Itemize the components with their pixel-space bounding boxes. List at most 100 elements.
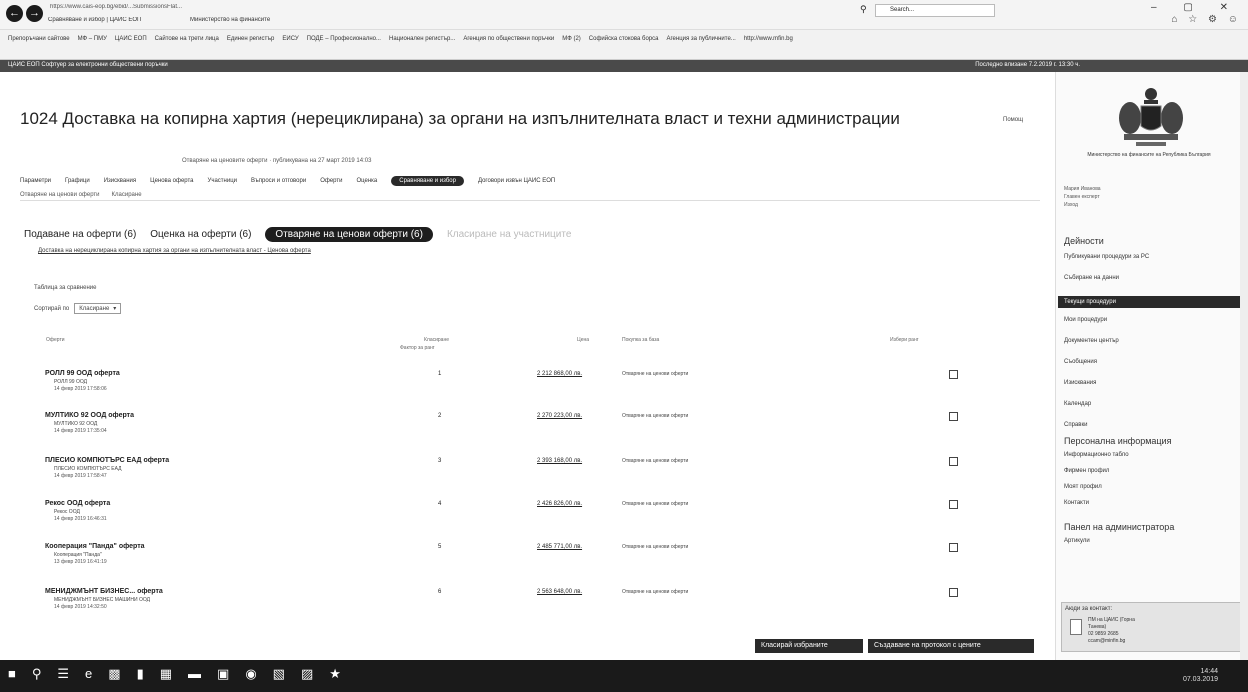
tab-9[interactable]: Договори извън ЦАИС ЕОП bbox=[478, 178, 555, 184]
browser-search-input[interactable]: Search... bbox=[875, 4, 995, 17]
app-icon[interactable]: ▧ bbox=[273, 666, 285, 682]
offer-name-link[interactable]: ПЛЕСИО КОМПЮТЪРС ЕАД оферта bbox=[45, 457, 169, 464]
favorite-link[interactable]: Сайтове на трети лица bbox=[155, 36, 219, 42]
sidebar-item[interactable]: Изисквания bbox=[1064, 380, 1096, 386]
browser-tab[interactable]: Министерство на финансите bbox=[190, 17, 280, 29]
select-checkbox[interactable] bbox=[949, 457, 958, 466]
app-icon[interactable]: ▮ bbox=[137, 666, 144, 682]
app-icon[interactable]: ★ bbox=[329, 666, 341, 682]
sub-tab[interactable]: Отваряне на ценови оферти bbox=[20, 192, 100, 198]
favorite-link[interactable]: МФ – ПМУ bbox=[78, 36, 107, 42]
sidebar-item[interactable]: Документен център bbox=[1064, 338, 1119, 344]
price-value[interactable]: 2 212 868,00 лв. bbox=[537, 371, 582, 377]
sidebar-item[interactable]: Мои процедури bbox=[1064, 317, 1107, 323]
sidebar-item[interactable]: Фирмен профил bbox=[1064, 468, 1109, 474]
personal-heading: Персонална информация bbox=[1064, 436, 1172, 446]
price-value[interactable]: 2 485 771,00 лв. bbox=[537, 544, 582, 550]
tab-4[interactable]: Участници bbox=[208, 178, 237, 184]
submission-date: 14 февр 2019 16:46:31 bbox=[54, 516, 107, 522]
app-icon[interactable]: ▨ bbox=[301, 666, 313, 682]
favorite-link[interactable]: Препоръчани сайтове bbox=[8, 36, 70, 42]
chrome-icon[interactable]: ◉ bbox=[245, 666, 256, 682]
sidebar-item[interactable]: Календар bbox=[1064, 401, 1091, 407]
favorite-link[interactable]: Национален регистър... bbox=[389, 36, 455, 42]
favorite-link[interactable]: ПОДЕ – Професионално... bbox=[307, 36, 381, 42]
app-icon[interactable]: ▬ bbox=[188, 666, 201, 682]
tab-7[interactable]: Оценка bbox=[356, 178, 377, 184]
sidebar-item-active[interactable]: Текущи процедури bbox=[1058, 296, 1241, 308]
sort-select[interactable]: Класиране ▾ bbox=[74, 303, 122, 314]
window-controls[interactable]: – ▢ ✕ bbox=[1151, 2, 1240, 13]
select-checkbox[interactable] bbox=[949, 543, 958, 552]
submission-date: 14 февр 2019 14:32:50 bbox=[54, 604, 107, 610]
forward-icon[interactable]: → bbox=[26, 5, 43, 22]
sub-tab[interactable]: Класиране bbox=[112, 192, 142, 198]
tab-0[interactable]: Параметри bbox=[20, 178, 51, 184]
offer-name-link[interactable]: РОЛЛ 99 ООД оферта bbox=[45, 370, 120, 377]
tab-8[interactable]: Сравняване и избор bbox=[391, 176, 464, 186]
price-value[interactable]: 2 563 648,00 лв. bbox=[537, 589, 582, 595]
offer-name-link[interactable]: Рекос ООД оферта bbox=[45, 500, 110, 507]
select-checkbox[interactable] bbox=[949, 500, 958, 509]
stage-tab[interactable]: Подаване на оферти (6) bbox=[24, 229, 136, 240]
browser-tab-active[interactable]: Сравняване и избор | ЦАИС ЕОП bbox=[48, 17, 188, 29]
sidebar-item[interactable]: Моят профил bbox=[1064, 484, 1102, 490]
favorite-link[interactable]: ЕИСУ bbox=[282, 36, 298, 42]
sidebar-item[interactable]: Артикули bbox=[1064, 538, 1090, 544]
offer-name-link[interactable]: МЕНИДЖМЪНТ БИЗНЕС... оферта bbox=[45, 588, 163, 595]
help-link[interactable]: Помощ bbox=[1003, 117, 1023, 123]
favorite-link[interactable]: ЦАИС ЕОП bbox=[115, 36, 147, 42]
favorite-link[interactable]: Единен регистър bbox=[227, 36, 275, 42]
stage-tab[interactable]: Отваряне на ценови оферти (6) bbox=[265, 227, 433, 242]
create-protocol-button[interactable]: Създаване на протокол с цените bbox=[868, 639, 1034, 653]
address-bar[interactable]: https://www.cais-eop.bg/ebid/...Submissi… bbox=[50, 4, 470, 15]
tab-5[interactable]: Въпроси и отговори bbox=[251, 178, 306, 184]
stage-tab[interactable]: Оценка на оферти (6) bbox=[150, 229, 251, 240]
tab-2[interactable]: Изисквания bbox=[104, 178, 136, 184]
select-checkbox[interactable] bbox=[949, 370, 958, 379]
user-name[interactable]: Мария Иванова bbox=[1064, 185, 1101, 193]
sidebar-item[interactable]: Съобщения bbox=[1064, 359, 1097, 365]
sort-value: Класиране bbox=[79, 305, 110, 312]
offer-name-link[interactable]: МУЛТИКО 92 ООД оферта bbox=[45, 412, 134, 419]
system-tray[interactable]: 14:44 07.03.2019 bbox=[1183, 668, 1218, 684]
favorite-link[interactable]: Агенция за публичните... bbox=[666, 36, 735, 42]
favorite-link[interactable]: Софийска стокова борса bbox=[589, 36, 659, 42]
tab-1[interactable]: Графици bbox=[65, 178, 90, 184]
search-icon[interactable]: ⚲ bbox=[32, 666, 42, 682]
select-checkbox[interactable] bbox=[949, 588, 958, 597]
table-row: МУЛТИКО 92 ООД оферта МУЛТИКО 92 ООД 14 фе… bbox=[40, 412, 970, 452]
sidebar-item[interactable]: Публикувани процедури за РС bbox=[1064, 254, 1149, 260]
tab-3[interactable]: Ценова оферта bbox=[150, 178, 193, 184]
page-scrollbar[interactable] bbox=[1240, 72, 1248, 660]
price-value[interactable]: 2 426 826,00 лв. bbox=[537, 501, 582, 507]
task-view-icon[interactable]: ☰ bbox=[57, 666, 69, 682]
contact-email[interactable]: ccam@minfin.bg bbox=[1088, 638, 1135, 645]
app-icon[interactable]: ▩ bbox=[108, 666, 120, 682]
sidebar-item[interactable]: Информационно табло bbox=[1064, 452, 1129, 458]
sidebar-item[interactable]: Контакти bbox=[1064, 500, 1089, 506]
rank-selected-button[interactable]: Класирай избраните bbox=[755, 639, 863, 653]
select-checkbox[interactable] bbox=[949, 412, 958, 421]
favorite-link[interactable]: http://www.mfin.bg bbox=[744, 36, 793, 42]
app-icon[interactable]: ▣ bbox=[217, 666, 229, 682]
favorite-link[interactable]: МФ (2) bbox=[562, 36, 581, 42]
price-value[interactable]: 2 270 223,00 лв. bbox=[537, 413, 582, 419]
logout-link[interactable]: Изход bbox=[1064, 201, 1101, 209]
internet-explorer-icon[interactable]: e bbox=[85, 666, 92, 682]
col-header-select: Избери ранг bbox=[890, 337, 919, 343]
browser-toolbar-icons[interactable]: ⌂ ☆ ⚙ ☺ bbox=[1171, 14, 1242, 25]
sidebar-item[interactable]: Справки bbox=[1064, 422, 1087, 428]
sidebar-item[interactable]: Събиране на данни bbox=[1064, 275, 1119, 281]
company-name: ПЛЕСИО КОМПЮТЪРС ЕАД bbox=[54, 466, 122, 472]
back-icon[interactable]: ← bbox=[6, 5, 23, 22]
browser-titlebar: ← → https://www.cais-eop.bg/ebid/...Subm… bbox=[0, 0, 1248, 30]
app-icon[interactable]: ▦ bbox=[160, 666, 172, 682]
procedure-link[interactable]: Доставка на нерециклирана копирна хартия… bbox=[38, 248, 311, 254]
windows-start-icon[interactable]: ■ bbox=[8, 666, 16, 682]
offer-name-link[interactable]: Кооперация "Панда" оферта bbox=[45, 543, 145, 550]
price-value[interactable]: 2 393 168,00 лв. bbox=[537, 458, 582, 464]
tab-6[interactable]: Оферти bbox=[320, 178, 342, 184]
favorite-link[interactable]: Агенция по обществени поръчки bbox=[463, 36, 554, 42]
stage-tab[interactable]: Класиране на участниците bbox=[447, 229, 571, 240]
